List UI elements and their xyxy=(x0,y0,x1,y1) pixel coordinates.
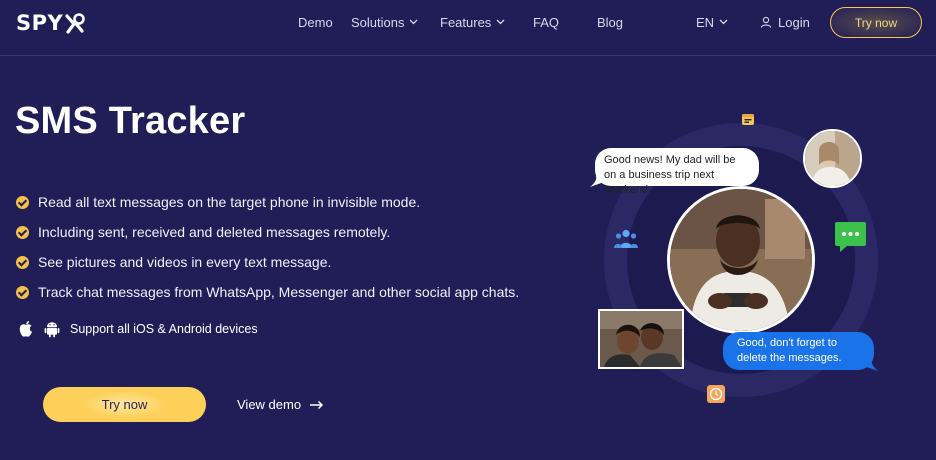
nav-faq-label: FAQ xyxy=(533,14,560,30)
check-icon xyxy=(16,195,29,209)
user-icon xyxy=(760,16,772,28)
nav-solutions-label: Solutions xyxy=(351,14,405,30)
logo-text: SPY xyxy=(16,11,64,35)
nav-blog-label: Blog xyxy=(597,14,624,30)
try-now-label: Try now xyxy=(81,391,168,418)
nav-faq[interactable]: FAQ xyxy=(533,14,559,30)
feature-list: Read all text messages on the target pho… xyxy=(16,187,519,307)
chevron-down-icon xyxy=(496,19,505,25)
try-now-button[interactable]: Try now xyxy=(43,387,206,422)
nav-demo-label: Demo xyxy=(298,14,333,30)
outgoing-message-bubble: Good, don't forget to delete the message… xyxy=(723,332,874,370)
nav-features-label: Features xyxy=(440,14,492,30)
view-demo-link[interactable]: View demo xyxy=(237,397,324,412)
couple-photo xyxy=(598,309,684,369)
nav-blog[interactable]: Blog xyxy=(597,14,623,30)
nav-features[interactable]: Features xyxy=(440,14,505,30)
nav-solutions[interactable]: Solutions xyxy=(351,14,418,30)
check-icon xyxy=(16,255,29,269)
feature-item: See pictures and videos in every text me… xyxy=(16,247,519,277)
login-link[interactable]: Login xyxy=(760,14,810,30)
site-header: SPY Demo Solutions Features FAQ Blog EN … xyxy=(0,0,936,56)
group-users-icon xyxy=(614,229,638,248)
check-icon xyxy=(16,285,29,299)
feature-item: Read all text messages on the target pho… xyxy=(16,187,519,217)
login-label: Login xyxy=(778,14,810,30)
calendar-icon xyxy=(742,114,754,125)
incoming-message-bubble: Good news! My dad will be on a business … xyxy=(595,148,759,196)
view-demo-label: View demo xyxy=(237,397,302,412)
language-label: EN xyxy=(696,14,715,30)
feature-item: Track chat messages from WhatsApp, Messe… xyxy=(16,277,519,307)
logo-x-mark-icon xyxy=(65,13,86,34)
platform-support: Support all iOS & Android devices xyxy=(18,320,258,338)
header-try-now-button[interactable]: Try now xyxy=(830,7,922,38)
chevron-down-icon xyxy=(410,19,418,25)
apple-icon xyxy=(19,321,32,337)
woman-photo xyxy=(803,129,862,188)
arrow-right-icon xyxy=(310,400,324,409)
chat-message-icon xyxy=(835,222,866,252)
clock-icon xyxy=(707,385,725,403)
feature-text: Read all text messages on the target pho… xyxy=(38,194,421,210)
android-icon xyxy=(44,322,60,338)
check-icon xyxy=(16,225,29,239)
feature-item: Including sent, received and deleted mes… xyxy=(16,217,519,247)
chevron-down-icon xyxy=(719,19,728,25)
man-with-phone-photo xyxy=(667,186,815,334)
page-title: SMS Tracker xyxy=(15,100,246,142)
feature-text: See pictures and videos in every text me… xyxy=(38,254,332,270)
spyx-logo[interactable]: SPY xyxy=(16,10,86,36)
feature-text: Including sent, received and deleted mes… xyxy=(38,224,391,240)
language-selector[interactable]: EN xyxy=(696,14,728,30)
support-text: Support all iOS & Android devices xyxy=(70,322,258,336)
feature-text: Track chat messages from WhatsApp, Messe… xyxy=(38,284,520,300)
nav-demo[interactable]: Demo xyxy=(298,14,333,30)
